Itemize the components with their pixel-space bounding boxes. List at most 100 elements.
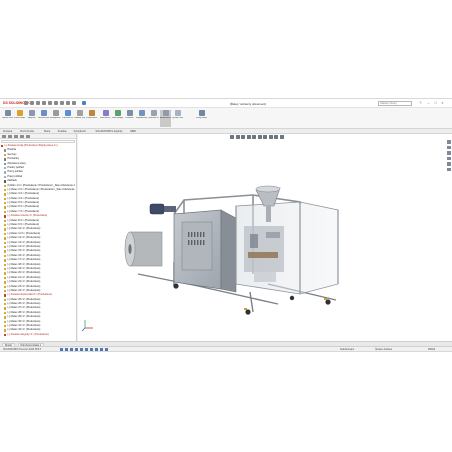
configuration-manager-tab-icon[interactable] — [14, 135, 18, 138]
rebuild-icon[interactable] — [66, 101, 70, 105]
maximize-button[interactable]: □ — [433, 101, 438, 105]
component-icon — [4, 263, 7, 266]
save-icon[interactable] — [42, 101, 46, 105]
view-toolbar-icon-10[interactable] — [105, 348, 109, 351]
ribbon-button-bom[interactable]: Kusovník — [124, 110, 135, 127]
design-library-icon[interactable] — [447, 145, 451, 149]
ribbon-button-show-hidden[interactable]: Zobraziť skryté komponenty — [74, 110, 85, 127]
tab-4[interactable]: Vyhodnotiť — [73, 130, 85, 133]
ribbon-button-reference-geometry[interactable]: Referenčná geometria — [100, 110, 111, 127]
component-icon — [4, 333, 7, 337]
ribbon-button-snapshot[interactable]: Vytvoriť snímku — [172, 110, 183, 127]
insert-components-icon — [16, 110, 23, 116]
component-icon — [4, 267, 7, 271]
mate-icon — [28, 110, 35, 116]
ribbon-button-motion-study[interactable]: Nové pohyby — [112, 110, 123, 127]
component-icon — [4, 162, 7, 165]
view-toolbar-icon-1[interactable] — [60, 348, 64, 351]
ribbon-button-edit-component[interactable]: Upraviť komponent — [2, 110, 13, 127]
ribbon-button-label: Upraviť komponent — [2, 117, 13, 119]
tab-1[interactable]: Rozvrhnutie — [20, 130, 34, 133]
ribbon-button-move-component[interactable]: Presunúť komponent — [62, 110, 73, 127]
component-icon — [4, 276, 7, 280]
search-commands-input[interactable]: Hľadať príkazy — [378, 101, 412, 106]
feature-manager-tab-icon[interactable] — [2, 135, 6, 138]
view-toolbar-icon-2[interactable] — [65, 348, 69, 351]
ribbon-button-smart-fasteners[interactable]: Inteligentné spojovacie prvky — [50, 110, 61, 127]
custom-properties-icon[interactable] — [447, 167, 451, 171]
ribbon-button-speedpak[interactable]: Aktualizovať Speedpak — [160, 110, 171, 127]
ribbon-button-label: Referenčná geometria — [100, 117, 111, 119]
view-toolbar-icon-5[interactable] — [80, 348, 84, 351]
open-icon[interactable] — [36, 101, 40, 105]
ribbon-button-label: Veľký dizajn — [196, 117, 207, 119]
view-toolbar-icon-6[interactable] — [85, 348, 89, 351]
view-palette-icon[interactable] — [447, 156, 451, 160]
minimize-button[interactable]: – — [426, 101, 431, 105]
solidworks-resources-icon[interactable] — [447, 140, 451, 144]
component-icon — [4, 232, 7, 236]
component-icon — [4, 188, 7, 192]
ribbon-button-label: Prvky zostavy — [86, 117, 97, 119]
ribbon-button-label: Lineárne pole — [38, 117, 49, 119]
ribbon-button-label: Kusovník — [125, 117, 134, 119]
file-explorer-icon[interactable] — [447, 151, 451, 155]
ribbon-button-linear-pattern[interactable]: Lineárne pole — [38, 110, 49, 127]
smart-fasteners-icon — [52, 110, 59, 116]
view-toolbar-icon-3[interactable] — [70, 348, 74, 351]
component-icon — [4, 320, 7, 324]
tree-filter-input[interactable] — [1, 140, 75, 143]
component-icon — [4, 272, 7, 275]
snapshot-icon — [174, 110, 181, 116]
ribbon-button-assembly-features[interactable]: Prvky zostavy — [86, 110, 97, 127]
help-icon[interactable]: ? — [418, 101, 423, 105]
component-icon — [4, 193, 7, 196]
component-icon — [1, 145, 4, 148]
ribbon-button-instant-3d[interactable]: Okamžité 3D — [148, 110, 159, 127]
print-icon[interactable] — [48, 101, 52, 105]
view-toolbar-icon-8[interactable] — [95, 348, 99, 351]
packaging-machine-model[interactable] — [78, 134, 452, 341]
tab-5[interactable]: SOLIDWORKS doplnky — [95, 130, 122, 133]
ribbon-button-exploded-view[interactable]: Explodovaný pohľad — [136, 110, 147, 127]
undo-icon[interactable] — [54, 101, 58, 105]
appearances-icon[interactable] — [447, 162, 451, 166]
units-selector[interactable]: MMGS — [428, 349, 435, 351]
options-icon[interactable] — [72, 101, 76, 105]
component-icon — [4, 316, 7, 319]
close-button[interactable]: × — [440, 101, 445, 105]
tab-2[interactable]: Skica — [44, 130, 50, 133]
home-icon[interactable] — [24, 101, 28, 105]
ribbon-button-mate[interactable]: Spojenie — [26, 110, 37, 127]
component-icon — [4, 149, 7, 152]
view-toolbar-icon-4[interactable] — [75, 348, 79, 351]
tree-item[interactable]: (-) Zostava násypky<1> (Predvolené) — [1, 333, 75, 337]
component-icon — [4, 206, 7, 209]
status-editing: Úprava: Zostava — [375, 348, 392, 351]
new-document-icon[interactable] — [30, 101, 34, 105]
display-manager-tab-icon[interactable] — [26, 135, 30, 138]
ribbon-button-insert-components[interactable]: Vložiť komponenty — [14, 110, 25, 127]
component-icon — [4, 329, 7, 332]
view-toolbar-icon-7[interactable] — [90, 348, 94, 351]
property-manager-tab-icon[interactable] — [8, 135, 12, 138]
ribbon-button-large-design[interactable]: Veľký dizajn — [196, 110, 207, 127]
status-bar: SOLIDWORKS Premium 2023 SP2.0 Nedefinova… — [0, 346, 452, 351]
component-icon — [4, 325, 7, 328]
settings-gear-icon[interactable] — [82, 101, 86, 105]
tab-0[interactable]: Zostava — [3, 130, 12, 133]
component-icon — [4, 158, 7, 161]
component-icon — [4, 228, 7, 231]
control-cabinet — [173, 209, 237, 293]
select-icon[interactable] — [60, 101, 64, 105]
tab-3[interactable]: Značka — [58, 130, 67, 133]
graphics-area[interactable] — [78, 134, 452, 341]
dimxpert-tab-icon[interactable] — [20, 135, 24, 138]
feature-tree: (-) Zostava stroja (Predvolené<Displej s… — [1, 144, 75, 340]
ribbon-button-label: Okamžité 3D — [148, 117, 159, 119]
component-icon — [4, 184, 7, 187]
motion-study-icon — [114, 110, 121, 116]
tab-6[interactable]: MBD — [130, 130, 136, 133]
view-toolbar-icon-9[interactable] — [100, 348, 104, 351]
task-pane-tabs — [447, 140, 451, 171]
